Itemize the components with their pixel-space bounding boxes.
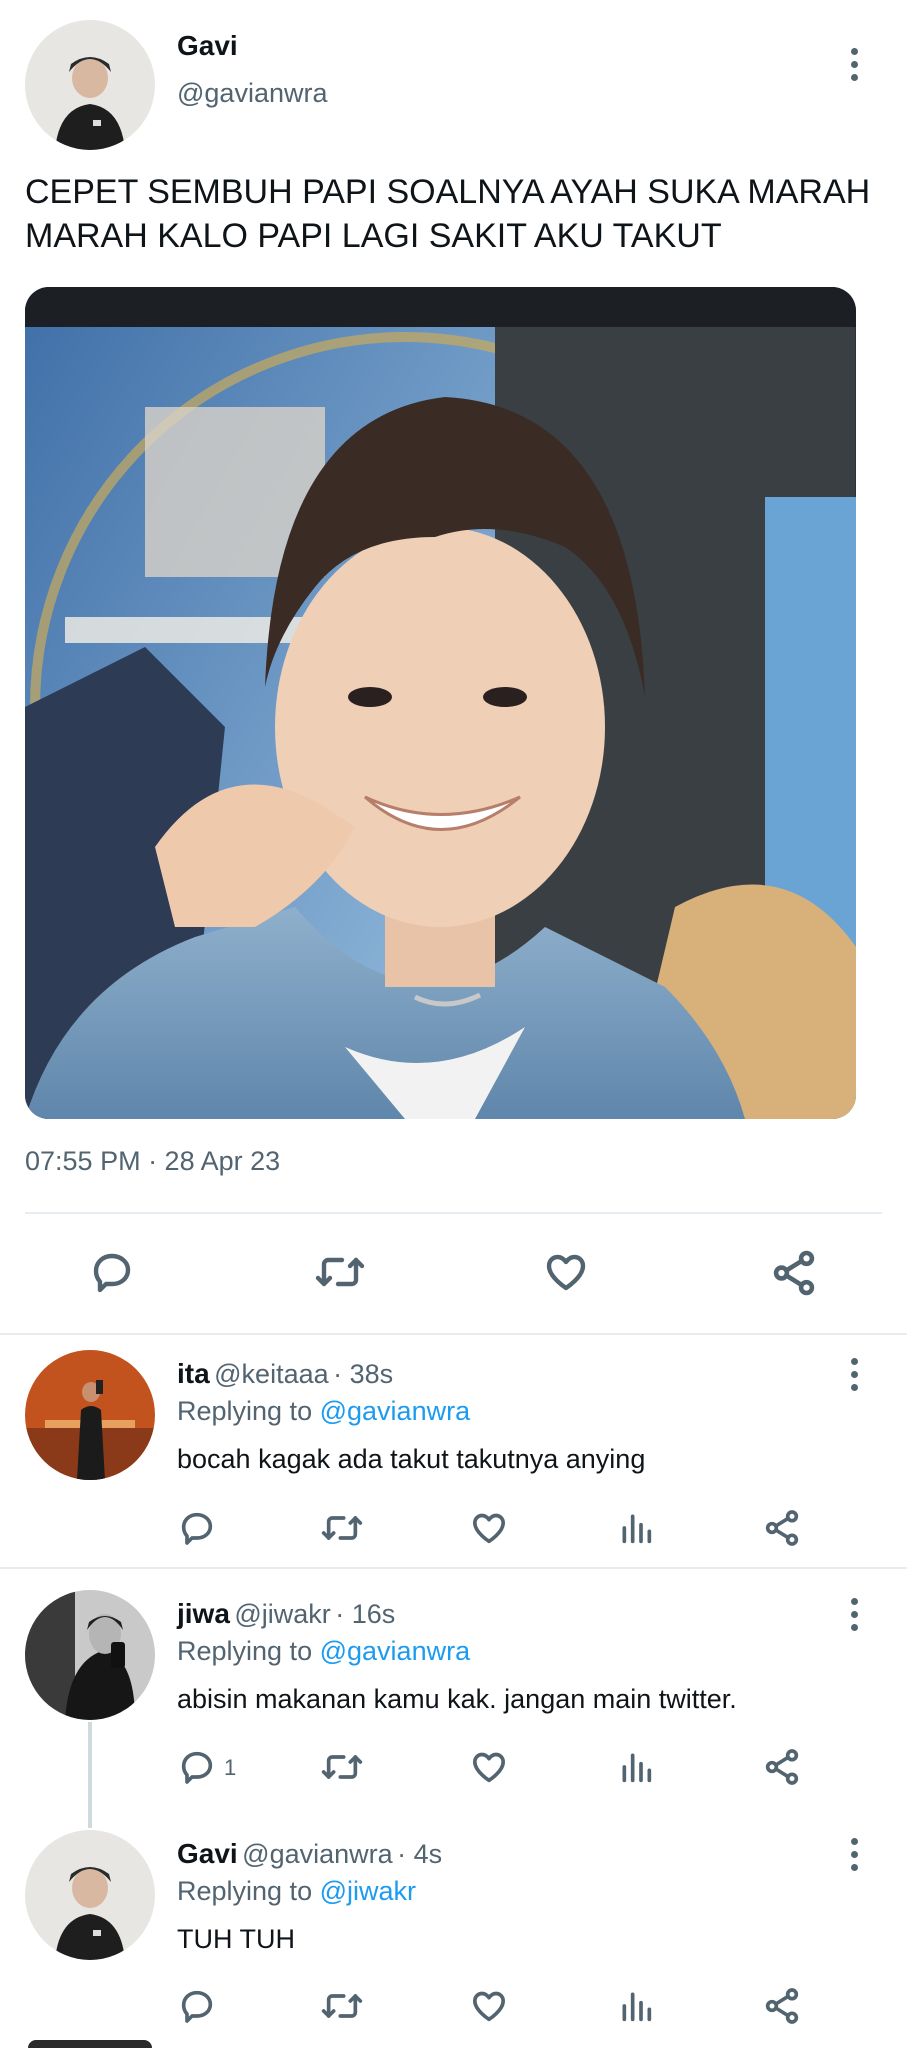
thread-line xyxy=(88,1722,92,1828)
reply-text: TUH TUH xyxy=(177,1924,295,1954)
retweet-icon[interactable] xyxy=(320,1747,364,1787)
reply-avatar[interactable] xyxy=(25,1830,155,1960)
replying-to: Replying to @gavianwra xyxy=(177,1633,470,1669)
avatar-image xyxy=(25,1590,155,1720)
more-options-icon[interactable] xyxy=(847,1358,861,1391)
reply-time: · 16s xyxy=(335,1599,396,1629)
reply-header: Gavi @gavianwra · 4s xyxy=(177,1838,442,1870)
more-options-icon[interactable] xyxy=(847,48,861,81)
replying-to: Replying to @jiwakr xyxy=(177,1873,416,1909)
reply-avatar[interactable] xyxy=(25,1350,155,1480)
share-icon[interactable] xyxy=(769,1248,819,1298)
retweet-icon[interactable] xyxy=(314,1248,366,1296)
tweet-text: CEPET SEMBUH PAPI SOALNYA AYAH SUKA MARA… xyxy=(25,173,871,255)
reply-header: jiwa @jiwakr · 16s xyxy=(177,1598,395,1630)
reply-icon[interactable] xyxy=(88,1248,136,1296)
replying-to-mention[interactable]: @gavianwra xyxy=(320,1636,470,1666)
section-divider xyxy=(0,1567,907,1569)
replying-to-label: Replying to xyxy=(177,1876,313,1906)
replying-to-mention[interactable]: @gavianwra xyxy=(320,1396,470,1426)
reply-handle[interactable]: @gavianwra xyxy=(242,1839,392,1869)
retweet-icon[interactable] xyxy=(320,1986,364,2026)
author-display-name[interactable]: Gavi xyxy=(177,30,238,62)
replying-to: Replying to @gavianwra xyxy=(177,1393,470,1429)
reply-time: · 4s xyxy=(397,1839,443,1869)
reply-icon[interactable] xyxy=(177,1747,217,1787)
tweet-timestamp[interactable]: 07:55 PM · 28 Apr 23 xyxy=(25,1146,280,1177)
reply-time: · 38s xyxy=(333,1359,394,1389)
avatar-image xyxy=(25,1350,155,1480)
divider xyxy=(25,1212,882,1214)
section-divider xyxy=(0,1333,907,1335)
like-icon[interactable] xyxy=(469,1508,509,1548)
replying-to-mention[interactable]: @jiwakr xyxy=(320,1876,416,1906)
reply-header: ita @keitaaa · 38s xyxy=(177,1358,393,1390)
share-icon[interactable] xyxy=(762,1747,802,1787)
author-avatar[interactable] xyxy=(25,20,155,150)
retweet-icon[interactable] xyxy=(320,1508,364,1548)
reply-count: 1 xyxy=(224,1755,237,1780)
reply-text: bocah kagak ada takut takutnya anying xyxy=(177,1444,646,1474)
reply-display-name[interactable]: Gavi xyxy=(177,1838,238,1869)
next-reply-avatar-partial xyxy=(28,2040,152,2048)
reply-icon[interactable] xyxy=(177,1508,217,1548)
reply-text: abisin makanan kamu kak. jangan main twi… xyxy=(177,1684,737,1714)
reply-icon[interactable] xyxy=(177,1986,217,2026)
tweet-photo[interactable] xyxy=(25,287,856,1119)
analytics-icon[interactable] xyxy=(616,1747,656,1787)
reply-handle[interactable]: @jiwakr xyxy=(234,1599,330,1629)
analytics-icon[interactable] xyxy=(616,1508,656,1548)
share-icon[interactable] xyxy=(762,1508,802,1548)
analytics-icon[interactable] xyxy=(616,1986,656,2026)
avatar-image xyxy=(25,1830,155,1960)
photo-image xyxy=(25,287,856,1119)
avatar-image xyxy=(25,20,155,150)
reply-handle[interactable]: @keitaaa xyxy=(214,1359,328,1389)
more-options-icon[interactable] xyxy=(847,1598,861,1631)
replying-to-label: Replying to xyxy=(177,1396,313,1426)
share-icon[interactable] xyxy=(762,1986,802,2026)
reply-display-name[interactable]: jiwa xyxy=(177,1598,230,1629)
replying-to-label: Replying to xyxy=(177,1636,313,1666)
author-handle[interactable]: @gavianwra xyxy=(177,78,327,109)
like-icon[interactable] xyxy=(469,1986,509,2026)
like-icon[interactable] xyxy=(469,1747,509,1787)
reply-avatar[interactable] xyxy=(25,1590,155,1720)
like-icon[interactable] xyxy=(541,1248,591,1296)
reply-display-name[interactable]: ita xyxy=(177,1358,210,1389)
more-options-icon[interactable] xyxy=(847,1838,861,1871)
